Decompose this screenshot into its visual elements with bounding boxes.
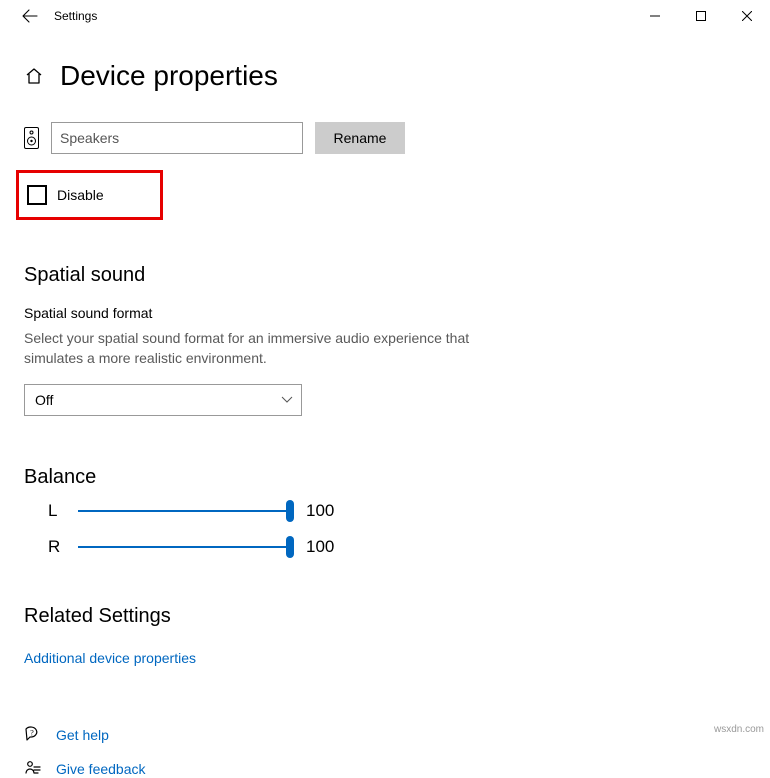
slider-thumb[interactable] [286,536,294,558]
spatial-format-description: Select your spatial sound format for an … [24,329,494,368]
get-help-link[interactable]: Get help [56,727,109,743]
window-controls [632,0,770,32]
spatial-sound-heading: Spatial sound [24,264,746,287]
disable-checkbox-row[interactable]: Disable [16,170,163,220]
help-links-section: ? Get help Give feedback [24,726,746,778]
related-settings-section: Related Settings Additional device prope… [24,605,746,666]
rename-button[interactable]: Rename [315,122,405,154]
home-icon-svg [24,66,44,86]
content-area: Device properties Rename Disable Spatial… [0,32,770,778]
app-title: Settings [50,9,97,23]
additional-device-properties-link[interactable]: Additional device properties [24,650,196,666]
page-title: Device properties [60,60,278,92]
spatial-format-value: Off [35,392,53,408]
give-feedback-link[interactable]: Give feedback [56,761,146,777]
balance-left-slider[interactable] [78,510,290,513]
titlebar: Settings [0,0,770,32]
device-name-input[interactable] [51,122,303,154]
balance-left-value: 100 [306,501,334,521]
close-button[interactable] [724,0,770,32]
close-icon [742,11,752,21]
slider-thumb[interactable] [286,500,294,522]
spatial-format-select[interactable]: Off [24,384,302,416]
watermark: wsxdn.com [714,724,764,735]
svg-text:?: ? [30,729,34,738]
maximize-icon [696,11,706,21]
give-feedback-row: Give feedback [24,760,746,778]
help-icon: ? [24,726,42,744]
balance-right-slider[interactable] [78,546,290,549]
get-help-row: ? Get help [24,726,746,744]
home-icon[interactable] [24,66,44,86]
device-name-row: Rename [24,122,746,154]
feedback-icon [24,760,42,778]
minimize-icon [650,11,660,21]
balance-left-label: L [48,501,62,521]
balance-left-row: L 100 [24,501,746,521]
disable-label: Disable [57,187,104,203]
balance-right-value: 100 [306,537,334,557]
spatial-format-label: Spatial sound format [24,305,746,321]
back-button[interactable] [10,0,50,32]
balance-right-row: R 100 [24,537,746,557]
page-header: Device properties [24,60,746,92]
related-settings-heading: Related Settings [24,605,746,628]
chevron-down-icon [281,396,293,404]
disable-checkbox[interactable] [27,185,47,205]
balance-right-label: R [48,537,62,557]
minimize-button[interactable] [632,0,678,32]
back-arrow-icon [22,8,38,24]
speaker-icon [24,127,39,149]
balance-heading: Balance [24,466,746,489]
maximize-button[interactable] [678,0,724,32]
